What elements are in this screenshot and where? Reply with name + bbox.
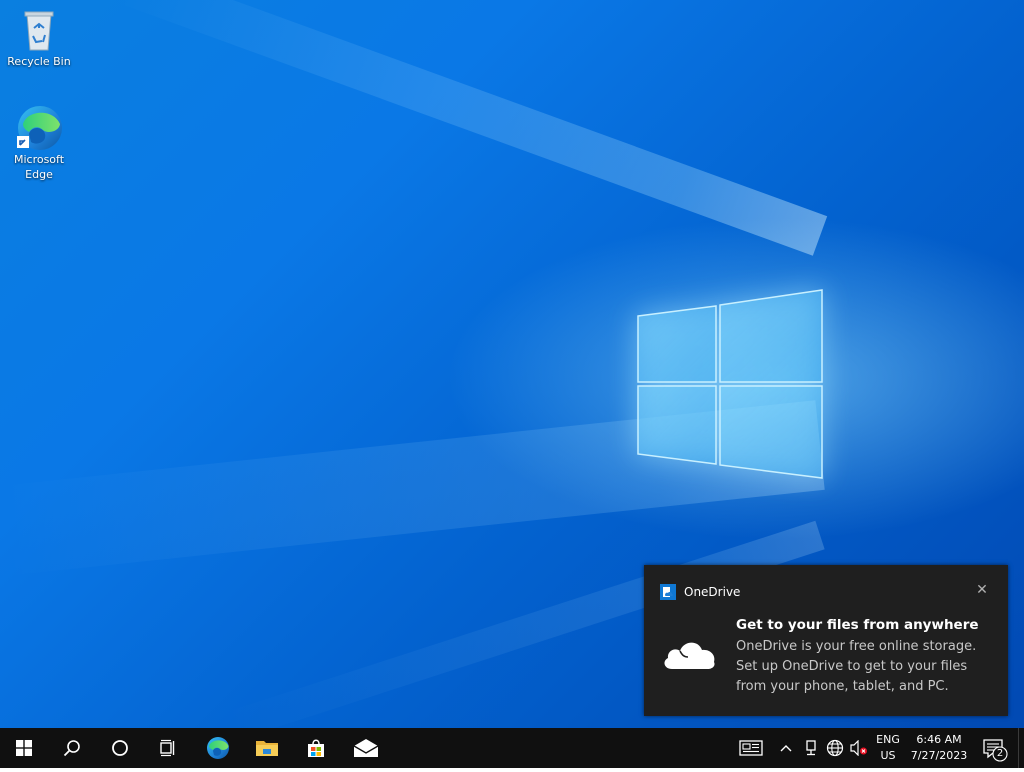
chevron-up-icon (780, 745, 792, 752)
language-region: US (880, 749, 896, 762)
mail-button[interactable] (342, 728, 390, 768)
desktop-icon-microsoft-edge[interactable]: Microsoft Edge (1, 104, 77, 182)
light-beam (117, 0, 828, 256)
globe-icon (826, 739, 844, 757)
meet-now-button[interactable] (800, 728, 822, 768)
news-icon (739, 740, 763, 756)
store-icon (308, 739, 324, 757)
device-icon (806, 740, 816, 756)
toast-body: OneDrive is your free online storage. Se… (736, 639, 977, 694)
search-button[interactable] (48, 728, 96, 768)
news-widget-button[interactable] (736, 728, 766, 768)
action-center-button[interactable]: 2 (976, 728, 1012, 768)
desktop-icon-recycle-bin[interactable]: Recycle Bin (1, 6, 77, 69)
cloud-icon (664, 642, 715, 669)
task-view-icon (160, 739, 175, 757)
toast-header: OneDrive (660, 584, 740, 600)
desktop-icon-label: Microsoft Edge (13, 153, 65, 181)
edge-icon (17, 106, 62, 150)
clock-date: 7/27/2023 (910, 749, 968, 762)
clock-time: 6:46 AM (916, 733, 962, 746)
onedrive-toast[interactable]: OneDrive ✕ Get to your files from anywhe… (644, 565, 1008, 716)
taskbar: ENG US 6:46 AM 7/27/2023 2 (0, 728, 1024, 768)
language-code: ENG (876, 733, 900, 746)
search-icon (63, 740, 80, 757)
windows-icon (16, 740, 32, 756)
show-desktop-button[interactable] (1018, 728, 1024, 768)
recycle-bin-icon (24, 11, 54, 51)
toast-app-name: OneDrive (684, 585, 741, 599)
start-button[interactable] (0, 728, 48, 768)
toast-title: Get to your files from anywhere (736, 617, 979, 633)
input-language-indicator[interactable]: ENG US (868, 732, 908, 764)
taskbar-edge-button[interactable] (194, 728, 242, 768)
cortana-button[interactable] (96, 728, 144, 768)
task-view-button[interactable] (144, 728, 192, 768)
close-icon[interactable]: ✕ (974, 581, 990, 599)
notification-count-badge: 2 (996, 748, 1004, 759)
desktop[interactable]: Recycle Bin Microsoft Edge OneDrive ✕ Ge… (0, 0, 1024, 728)
desktop-icon-label: Recycle Bin (7, 55, 71, 68)
folder-icon (256, 741, 278, 756)
windows-logo-wallpaper (637, 289, 823, 479)
onedrive-app-icon (660, 584, 676, 600)
show-hidden-icons-button[interactable] (776, 728, 796, 768)
clock[interactable]: 6:46 AM 7/27/2023 (908, 732, 970, 764)
cortana-icon (112, 740, 128, 756)
edge-icon (207, 737, 229, 759)
file-explorer-button[interactable] (243, 728, 291, 768)
network-button[interactable] (824, 728, 846, 768)
volume-button[interactable] (848, 728, 870, 768)
store-button[interactable] (292, 728, 340, 768)
volume-muted-icon (850, 740, 867, 756)
mail-icon (353, 739, 379, 757)
